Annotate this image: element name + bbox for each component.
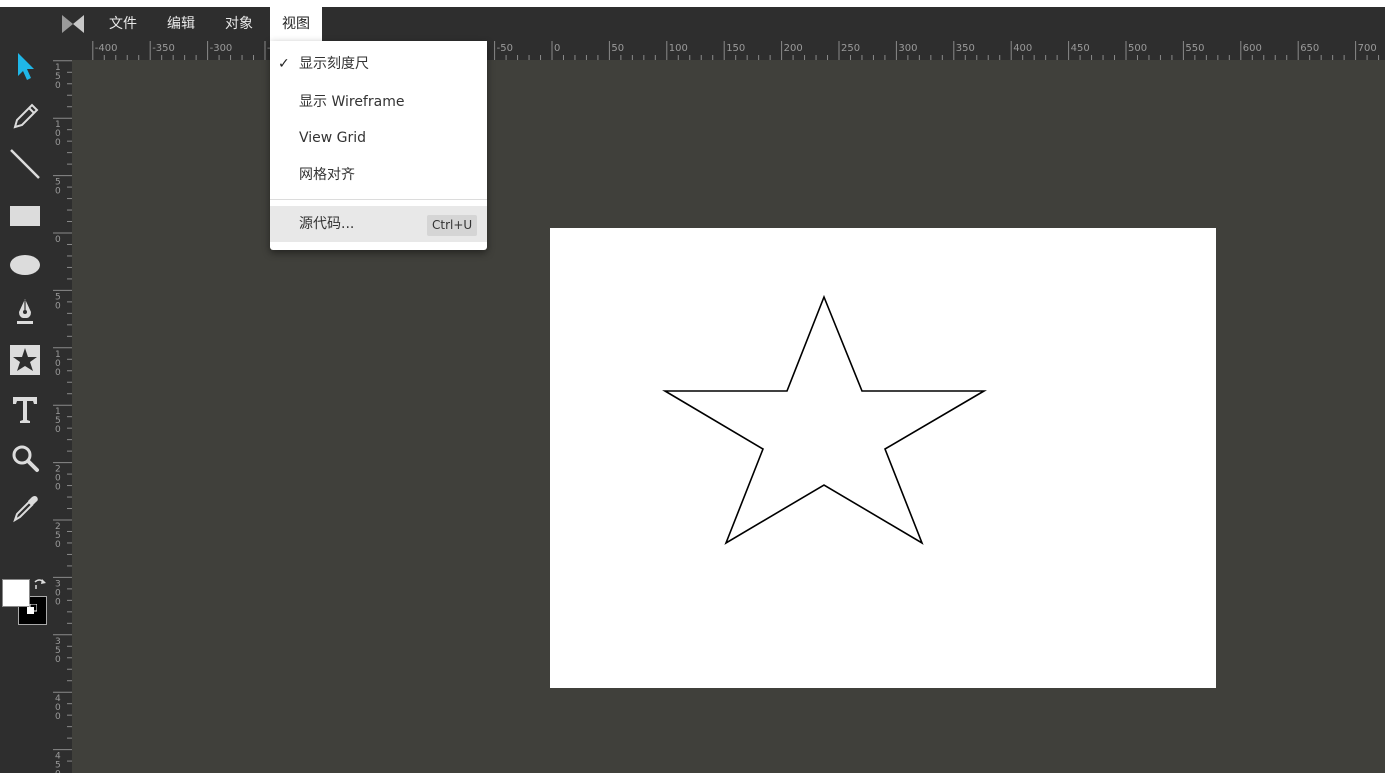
star-icon bbox=[10, 345, 40, 375]
ruler-label: 300 bbox=[898, 43, 917, 54]
ruler-label: 450 bbox=[1071, 43, 1090, 54]
ruler-label: 0 bbox=[55, 540, 61, 550]
ruler-label: -50 bbox=[497, 43, 513, 54]
ruler-label: 500 bbox=[1128, 43, 1147, 54]
ruler-label: 0 bbox=[55, 81, 61, 91]
arrow-icon bbox=[18, 53, 34, 80]
ruler-label: 0 bbox=[55, 425, 61, 435]
pencil-icon bbox=[13, 103, 39, 129]
ruler-label: 350 bbox=[956, 43, 975, 54]
magnifier-icon bbox=[12, 445, 39, 472]
rectangle-icon bbox=[10, 206, 40, 226]
line-icon bbox=[10, 149, 40, 179]
ruler-label: -300 bbox=[210, 43, 233, 54]
ruler-label: 0 bbox=[55, 597, 61, 607]
menu-item-show-wireframe[interactable]: 显示 Wireframe bbox=[270, 84, 487, 120]
pencil-tool[interactable] bbox=[4, 95, 46, 137]
ruler-label: 0 bbox=[55, 712, 61, 722]
drawing-canvas[interactable] bbox=[550, 228, 1216, 688]
ruler-label: 150 bbox=[726, 43, 745, 54]
vertical-ruler: 15010050050100150200250300350400450 bbox=[53, 60, 72, 773]
swap-colors-icon[interactable] bbox=[33, 577, 47, 591]
ruler-corner bbox=[53, 41, 72, 60]
svg-editor-app: 文件 编辑 对象 视图 -400-350-300-250-50050100150… bbox=[0, 0, 1385, 773]
text-tool[interactable] bbox=[4, 388, 46, 430]
line-tool[interactable] bbox=[4, 143, 46, 185]
ruler-label: 650 bbox=[1300, 43, 1319, 54]
menu-item-snap-to-grid[interactable]: 网格对齐 bbox=[270, 157, 487, 193]
zoom-tool[interactable] bbox=[4, 437, 46, 479]
horizontal-ruler: -400-350-300-250-50050100150200250300350… bbox=[72, 41, 1385, 60]
menu-item-view-grid[interactable]: View Grid bbox=[270, 120, 487, 156]
menu-view[interactable]: 视图 bbox=[270, 7, 322, 41]
ruler-label: 700 bbox=[1358, 43, 1377, 54]
text-icon bbox=[13, 397, 37, 423]
ruler-label: 0 bbox=[55, 138, 61, 148]
ruler-label: 0 bbox=[55, 235, 61, 245]
fill-color-swatch[interactable] bbox=[2, 579, 30, 607]
menu-item-label: View Grid bbox=[299, 130, 367, 146]
tool-palette bbox=[0, 41, 53, 773]
ruler-label: 0 bbox=[55, 483, 61, 493]
menu-item-label: 显示刻度尺 bbox=[299, 56, 369, 72]
ruler-label: 600 bbox=[1243, 43, 1262, 54]
ruler-label: -400 bbox=[95, 43, 118, 54]
menu-separator bbox=[270, 199, 487, 200]
ruler-label: 200 bbox=[784, 43, 803, 54]
ruler-label: 550 bbox=[1185, 43, 1204, 54]
ruler-label: 50 bbox=[611, 43, 624, 54]
window-top-strip bbox=[0, 0, 1385, 7]
ellipse-tool[interactable] bbox=[4, 244, 46, 286]
ruler-label: 100 bbox=[669, 43, 688, 54]
ruler-label: 0 bbox=[55, 655, 61, 665]
ruler-label: 400 bbox=[1013, 43, 1032, 54]
shortcut-badge: Ctrl+U bbox=[427, 215, 478, 236]
eyedropper-tool[interactable] bbox=[4, 487, 46, 529]
select-tool[interactable] bbox=[4, 45, 46, 87]
ruler-label: 0 bbox=[55, 368, 61, 378]
app-logo-icon[interactable] bbox=[62, 15, 84, 33]
ruler-label: 0 bbox=[55, 301, 61, 311]
rect-tool[interactable] bbox=[4, 195, 46, 237]
menu-item-show-rulers[interactable]: ✓ 显示刻度尺 bbox=[270, 46, 487, 82]
menu-edit[interactable]: 编辑 bbox=[155, 7, 207, 41]
ruler-label: 0 bbox=[55, 770, 61, 773]
default-colors-icon[interactable] bbox=[27, 604, 37, 614]
menubar: 文件 编辑 对象 视图 bbox=[0, 7, 1385, 41]
menu-file[interactable]: 文件 bbox=[97, 7, 149, 41]
path-tool[interactable] bbox=[4, 291, 46, 333]
menu-item-label: 网格对齐 bbox=[299, 167, 355, 183]
ruler-label: 250 bbox=[841, 43, 860, 54]
star-tool[interactable] bbox=[4, 339, 46, 381]
ruler-label: 0 bbox=[55, 187, 61, 197]
menu-object[interactable]: 对象 bbox=[213, 7, 265, 41]
pen-nib-icon bbox=[17, 299, 33, 324]
menu-item-label: 显示 Wireframe bbox=[299, 94, 405, 110]
ruler-label: 0 bbox=[554, 43, 560, 54]
checkmark-icon: ✓ bbox=[278, 56, 290, 72]
eyedropper-icon bbox=[13, 496, 38, 523]
ellipse-icon bbox=[10, 255, 40, 275]
menu-item-label: 源代码... bbox=[299, 216, 355, 232]
ruler-label: -350 bbox=[152, 43, 175, 54]
view-menu-dropdown: ✓ 显示刻度尺 显示 Wireframe View Grid 网格对齐 源代码.… bbox=[270, 41, 487, 250]
